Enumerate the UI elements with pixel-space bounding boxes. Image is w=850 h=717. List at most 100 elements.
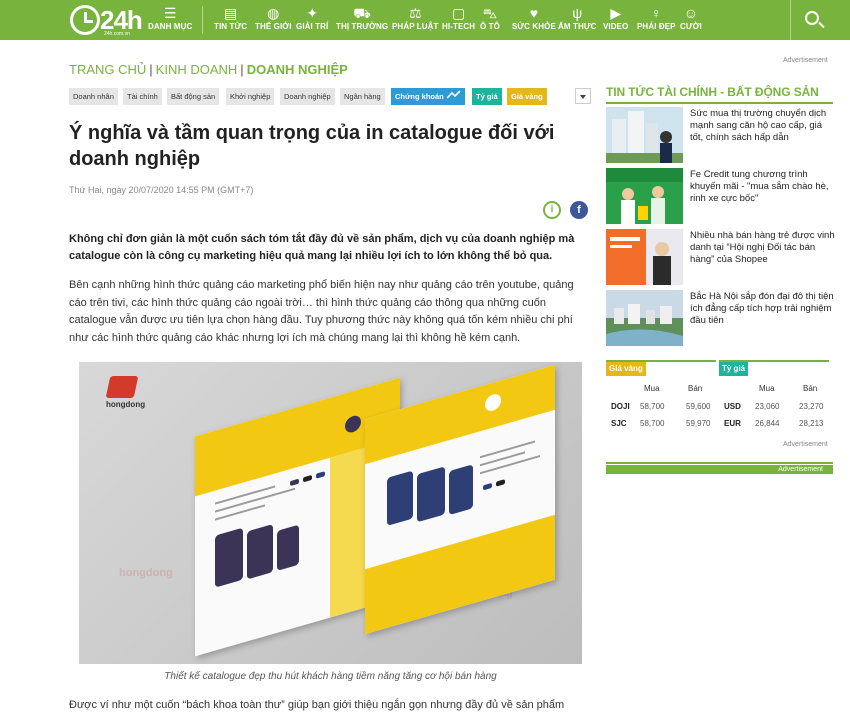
category-tab-label: Khởi nghiệp — [230, 92, 271, 101]
logo-subtext: 24h.com.vn — [104, 31, 130, 37]
nav-label: Ô TÔ — [480, 22, 500, 31]
article-lead: Không chỉ đơn giản là một cuốn sách tóm … — [69, 233, 575, 262]
nav-item[interactable]: ⛍ Ô TÔ — [480, 4, 500, 38]
news-thumbnail[interactable] — [606, 107, 683, 163]
nav-label: PHÁI ĐẸP — [637, 22, 676, 31]
news-thumbnail[interactable] — [606, 168, 683, 224]
news-thumbnail[interactable] — [606, 290, 683, 346]
news-headline[interactable]: Bắc Hà Nội sắp đón đại đô thị tiện ích đ… — [690, 291, 836, 327]
nav-item[interactable]: ☰ DANH MỤC — [148, 4, 192, 38]
clock-icon — [70, 5, 100, 35]
category-tab[interactable]: Bất động sản — [167, 88, 220, 105]
nav-item[interactable]: ⚖ PHÁP LUẬT — [392, 4, 439, 38]
nav-item[interactable]: ▢ HI-TECH — [442, 4, 475, 38]
cart-icon: ⛟ — [353, 5, 371, 21]
article-image: hongdong hongdong hongdong hongdong hong… — [79, 362, 582, 664]
tin-share-icon[interactable]: i — [543, 201, 561, 219]
entertainment-icon: ✦ — [306, 5, 319, 21]
search-icon — [805, 11, 819, 25]
phone-icon: ▢ — [451, 5, 466, 21]
sidebar-news-item[interactable]: Nhiều nhà bán hàng trẻ được vinh danh tạ… — [606, 229, 836, 285]
nav-item[interactable]: ♥ SỨC KHỎE — [512, 4, 556, 38]
category-tab-label: Doanh nghiệp — [284, 92, 331, 101]
ad-label: Advertisement — [783, 441, 828, 448]
category-tab-label: Ngân hàng — [344, 92, 381, 101]
category-tab[interactable]: Doanh nhân — [69, 88, 118, 105]
category-tab[interactable]: Tỷ giá — [472, 88, 502, 105]
sidebar-news-item[interactable]: Fe Credit tung chương trình khuyến mãi -… — [606, 168, 833, 224]
exchange-rate-box: Tỷ giá Mua Bán USD 23,060 23,270 EUR 26,… — [719, 360, 829, 430]
trend-up-icon — [446, 90, 461, 101]
nav-label: SỨC KHỎE — [512, 22, 556, 31]
news-headline[interactable]: Fe Credit tung chương trình khuyến mãi -… — [690, 169, 836, 205]
nav-label: CƯỜI — [680, 22, 702, 31]
nav-item[interactable]: ☺ CƯỜI — [680, 4, 702, 38]
news-headline[interactable]: Nhiều nhà bán hàng trẻ được vinh danh tạ… — [690, 230, 836, 266]
cutlery-icon: ψ — [572, 5, 583, 21]
nav-label: GIẢI TRÍ — [296, 22, 329, 31]
car-icon: ⛍ — [482, 5, 498, 21]
woman-icon: ♀ — [651, 5, 662, 21]
market-rates: Giá vàng Mua Bán DOJI 58,700 59,600 SJC … — [606, 360, 833, 430]
article-title: Ý nghĩa và tầm quan trọng của in catalog… — [69, 122, 555, 170]
nav-label: HI-TECH — [442, 22, 476, 31]
nav-item[interactable]: ♀ PHÁI ĐẸP — [637, 4, 676, 38]
nav-item[interactable]: ▤ TIN TỨC — [214, 4, 247, 38]
menu-icon: ☰ — [163, 5, 177, 21]
category-tab[interactable]: Ngân hàng — [340, 88, 385, 105]
hongdong-logo: hongdong — [105, 376, 146, 409]
nav-label: PHÁP LUẬT — [392, 22, 439, 31]
breadcrumb-enterprise[interactable]: DOANH NGHIỆP — [247, 62, 348, 77]
nav-item[interactable]: ▶ VIDEO — [603, 4, 628, 38]
breadcrumb-business[interactable]: KINH DOANH — [156, 62, 238, 77]
category-tab[interactable]: Doanh nghiệp — [280, 88, 335, 105]
gold-price-box: Giá vàng Mua Bán DOJI 58,700 59,600 SJC … — [606, 360, 716, 430]
sidebar-news-item[interactable]: Bắc Hà Nội sắp đón đại đô thị tiện ích đ… — [606, 290, 836, 346]
category-tab-label: Doanh nhân — [73, 92, 114, 101]
news-headline[interactable]: Sức mua thị trường chuyển dịch mạnh sang… — [690, 108, 836, 144]
nav-item[interactable]: ✦ GIẢI TRÍ — [296, 4, 328, 38]
category-tab-label: Giá vàng — [511, 92, 543, 101]
article-paragraph-2: Được ví như một cuốn “bách khoa toàn thư… — [69, 699, 565, 711]
gold-tag[interactable]: Giá vàng — [606, 362, 646, 376]
news-thumbnail[interactable] — [606, 229, 683, 285]
sidebar-news-item[interactable]: Sức mua thị trường chuyển dịch mạnh sang… — [606, 107, 833, 163]
fx-tag[interactable]: Tỷ giá — [719, 362, 749, 376]
nav-label: THẾ GIỚI — [255, 22, 292, 31]
newspaper-icon: ▤ — [223, 5, 238, 21]
nav-label: ẨM THỰC — [558, 22, 597, 31]
article-paragraph-1: Bên cạnh những hình thức quảng cáo marke… — [69, 279, 574, 344]
heart-icon: ♥ — [529, 5, 539, 21]
facebook-share-icon[interactable]: f — [570, 201, 588, 219]
breadcrumb: TRANG CHỦ | KINH DOANH | DOANH NGHIỆP — [69, 62, 348, 77]
top-nav-bar: 24h 24h.com.vn ☰ DANH MỤC ▤ TIN TỨC ◍ THẾ GIỚ… — [0, 0, 850, 40]
article-date: Thứ Hai, ngày 20/07/2020 14:55 PM (GMT+7… — [69, 185, 254, 195]
site-logo[interactable]: 24h 24h.com.vn — [62, 3, 143, 37]
nav-item[interactable]: ⛟ THỊ TRƯỜNG — [336, 4, 388, 38]
category-tab[interactable]: Khởi nghiệp — [226, 88, 275, 105]
nav-item[interactable]: ◍ THẾ GIỚI — [255, 4, 292, 38]
scales-icon: ⚖ — [408, 5, 422, 21]
ad-label: Advertisement — [783, 57, 828, 64]
category-tab-label: Tài chính — [127, 92, 158, 101]
nav-label: DANH MỤC — [148, 22, 193, 31]
brand-name: hongdong — [106, 400, 146, 409]
sidebar-title[interactable]: TIN TỨC TÀI CHÍNH - BẤT ĐỘNG SẢN — [606, 85, 819, 99]
category-tab-label: Bất động sản — [171, 92, 216, 101]
nav-label: VIDEO — [603, 22, 629, 31]
advertisement-bar: Advertisement — [606, 465, 833, 474]
nav-item[interactable]: ψ ẨM THỰC — [558, 4, 596, 38]
nav-label: TIN TỨC — [214, 22, 248, 31]
category-tab-label: Tỷ giá — [476, 92, 498, 101]
image-caption: Thiết kế catalogue đẹp thu hút khách hàn… — [164, 671, 497, 682]
globe-icon: ◍ — [267, 5, 280, 21]
category-tab[interactable]: Giá vàng — [507, 88, 547, 105]
search-button[interactable] — [790, 0, 835, 40]
smile-icon: ☺ — [683, 5, 699, 21]
breadcrumb-home[interactable]: TRANG CHỦ — [69, 62, 146, 77]
nav-label: THỊ TRƯỜNG — [336, 22, 389, 31]
category-tab[interactable]: Tài chính — [123, 88, 162, 105]
category-tab[interactable]: Chứng khoán — [391, 88, 465, 105]
category-dropdown-button[interactable] — [575, 88, 591, 104]
video-icon: ▶ — [610, 5, 622, 21]
